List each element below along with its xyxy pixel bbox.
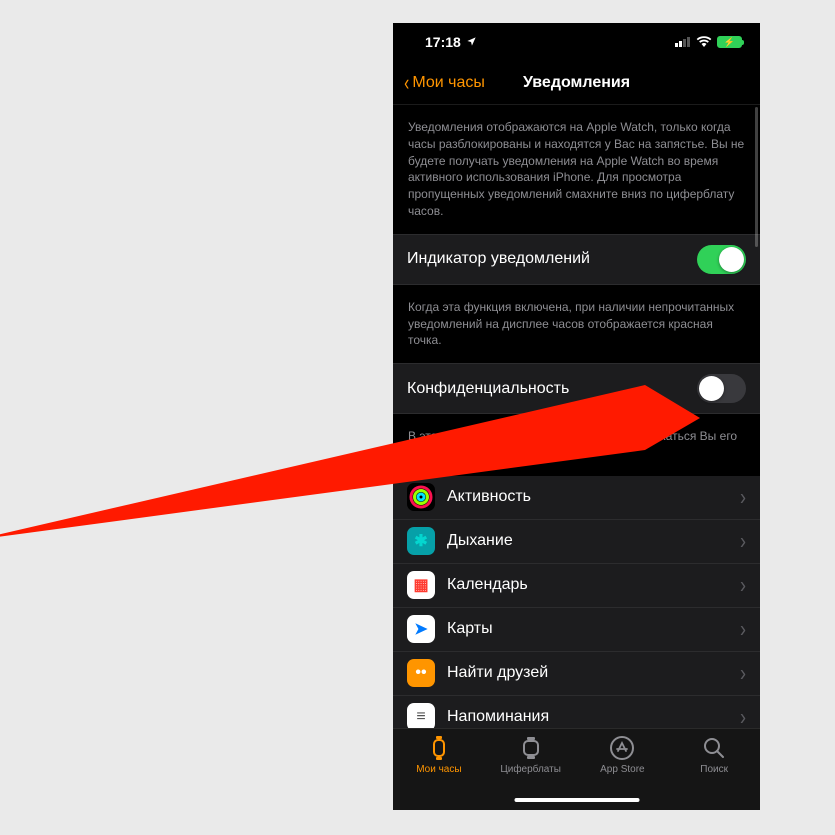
tab-поиск[interactable]: Поиск [668, 735, 760, 810]
notification-indicator-row: Индикатор уведомлений [393, 234, 760, 285]
privacy-row: Конфиденциальность [393, 363, 760, 414]
privacy-toggle[interactable] [697, 374, 746, 403]
privacy-label: Конфиденциальность [407, 380, 697, 398]
app-row[interactable]: ≡ Напоминания› [393, 696, 760, 728]
appstore-icon [609, 735, 635, 761]
reminders-icon: ≡ [407, 703, 435, 728]
intro-description: Уведомления отображаются на Apple Watch,… [393, 105, 760, 234]
status-time: 17:18 [425, 34, 461, 50]
app-row[interactable]: ✱ Дыхание› [393, 520, 760, 564]
chevron-right-icon: › [740, 660, 746, 687]
tab-мои-часы[interactable]: Мои часы [393, 735, 485, 810]
calendar-icon: ▦ [407, 571, 435, 599]
notification-indicator-description: Когда эта функция включена, при наличии … [393, 285, 760, 363]
battery-charging-icon: ⚡ [717, 36, 742, 48]
notification-indicator-toggle[interactable] [697, 245, 746, 274]
find-friends-icon: •• [407, 659, 435, 687]
app-row-label: Карты [447, 620, 740, 638]
activity-rings-icon [407, 483, 435, 511]
watch-icon [426, 735, 452, 761]
status-bar: 17:18 ⚡ [393, 23, 760, 61]
back-label: Мои часы [412, 74, 485, 92]
app-row-label: Календарь [447, 576, 740, 594]
chevron-right-icon: › [740, 704, 746, 728]
search-icon [701, 735, 727, 761]
app-row[interactable]: Активность› [393, 476, 760, 520]
tab-label: App Store [600, 764, 644, 775]
cellular-signal-icon [675, 34, 691, 50]
scrollbar[interactable] [755, 107, 758, 247]
app-row-label: Активность [447, 488, 740, 506]
app-list: Активность›✱Дыхание›▦Календарь›➤Карты›••… [393, 476, 760, 728]
chevron-right-icon: › [740, 616, 746, 643]
wifi-icon [696, 34, 712, 50]
app-row-label: Найти друзей [447, 664, 740, 682]
tab-label: Поиск [700, 764, 728, 775]
tab-label: Мои часы [416, 764, 461, 775]
tab-label: Циферблаты [500, 764, 561, 775]
maps-icon: ➤ [407, 615, 435, 643]
privacy-description: В этом режиме подробно ия не будут отобр… [393, 414, 760, 476]
chevron-right-icon: › [740, 484, 746, 511]
app-row[interactable]: ▦ Календарь› [393, 564, 760, 608]
location-icon [466, 34, 477, 50]
home-indicator[interactable] [514, 798, 639, 802]
breathe-icon: ✱ [407, 527, 435, 555]
chevron-right-icon: › [740, 528, 746, 555]
chevron-right-icon: › [740, 572, 746, 599]
app-row-label: Дыхание [447, 532, 740, 550]
page-title: Уведомления [523, 74, 630, 92]
scroll-content[interactable]: Уведомления отображаются на Apple Watch,… [393, 105, 760, 728]
notification-indicator-label: Индикатор уведомлений [407, 250, 697, 268]
phone-screen: 17:18 ⚡ ‹ Мои часы Уведомления Уведомл [393, 23, 760, 810]
chevron-left-icon: ‹ [404, 72, 409, 94]
nav-header: ‹ Мои часы Уведомления [393, 61, 760, 105]
app-row[interactable]: •• Найти друзей› [393, 652, 760, 696]
watchface-icon [518, 735, 544, 761]
app-row[interactable]: ➤ Карты› [393, 608, 760, 652]
app-row-label: Напоминания [447, 708, 740, 726]
back-button[interactable]: ‹ Мои часы [403, 72, 485, 94]
